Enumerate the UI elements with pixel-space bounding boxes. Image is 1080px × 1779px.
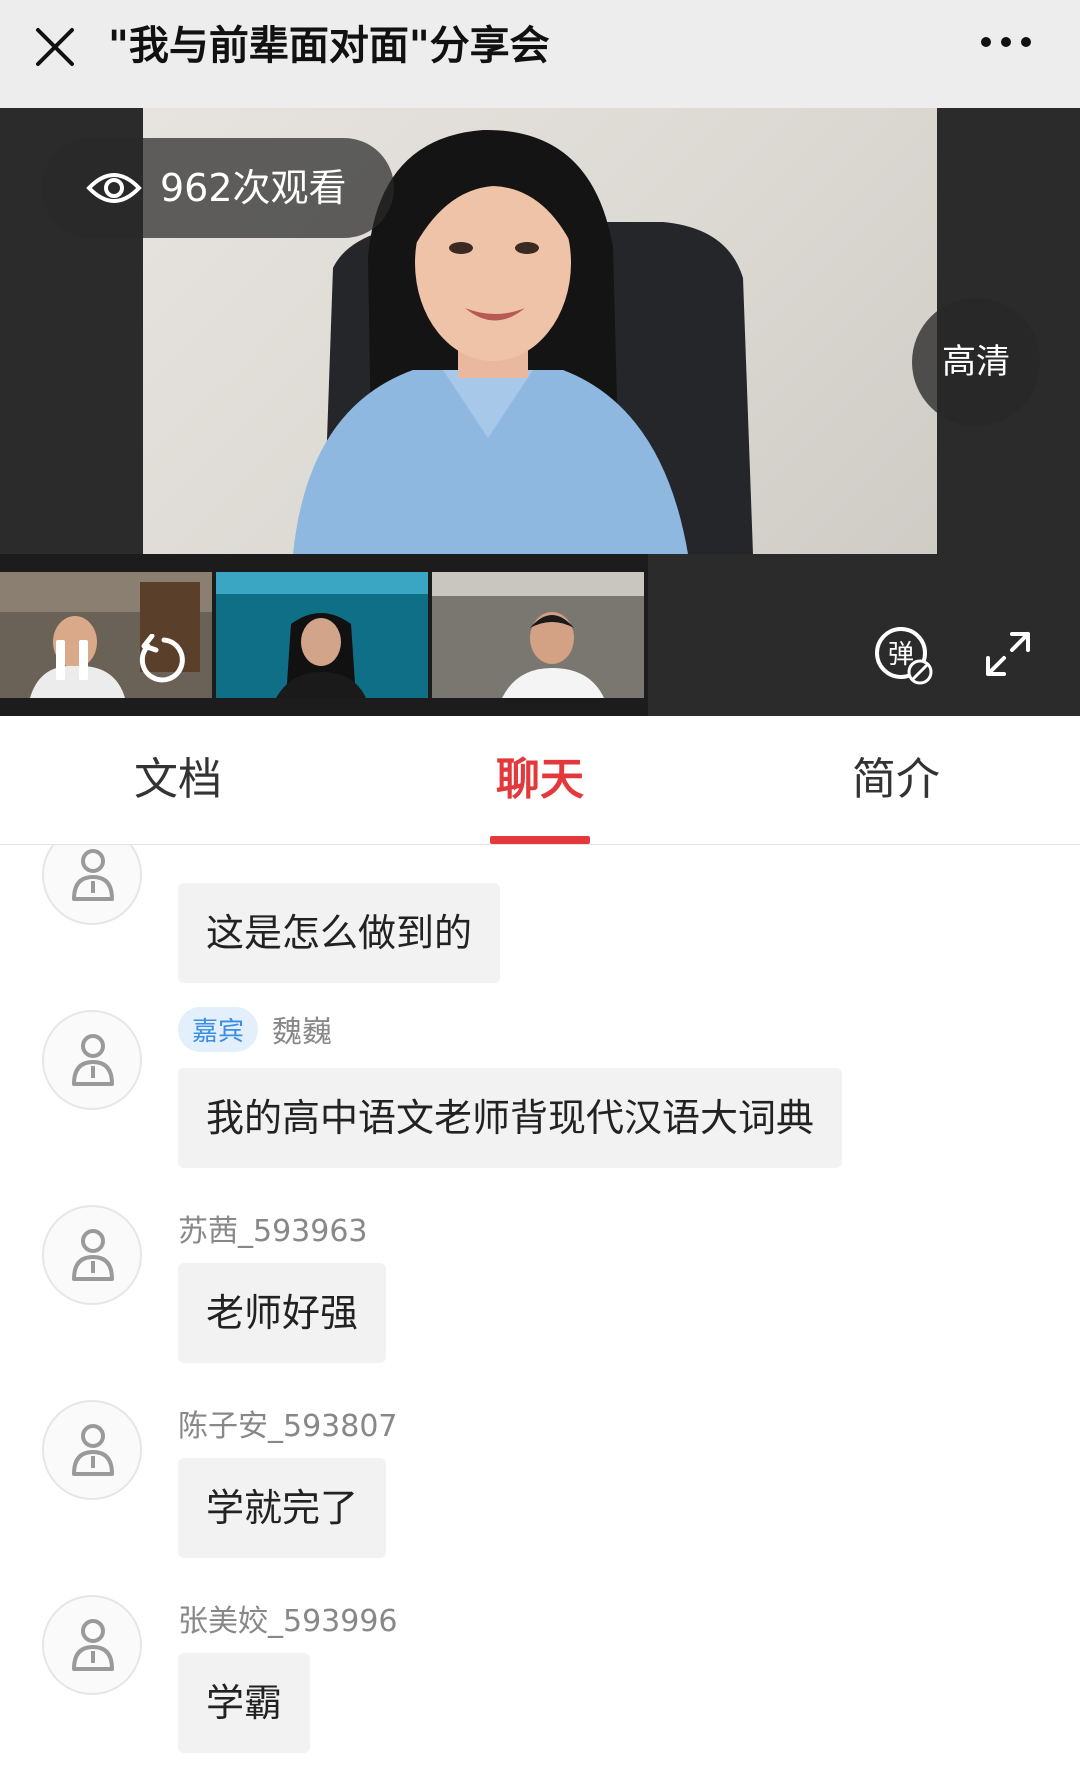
avatar (42, 1400, 142, 1500)
avatar (42, 1205, 142, 1305)
chat-message: 嘉宾 魏巍 我的高中语文老师背现代汉语大词典 (0, 1006, 1080, 1205)
active-tab-indicator (490, 836, 590, 844)
tab-bar: 文档 聊天 简介 (0, 716, 1080, 845)
user-avatar-icon (72, 1424, 114, 1476)
username: 陈子安_593807 (178, 1409, 398, 1444)
avatar (42, 845, 142, 925)
pause-icon[interactable] (52, 638, 92, 682)
message-header: 嘉宾 魏巍 (178, 1006, 332, 1052)
top-bar: "我与前辈面对面"分享会 (0, 0, 1080, 109)
view-count-badge: 962次观看 (42, 138, 394, 238)
user-avatar-icon (72, 1619, 114, 1671)
tab-intro[interactable]: 简介 (796, 716, 996, 844)
message-bubble[interactable]: 学就完了 (178, 1458, 387, 1558)
chat-message: 张美姣_593996 学霸 (0, 1595, 1080, 1779)
avatar (42, 1010, 142, 1110)
message-bubble[interactable]: 学霸 (178, 1653, 311, 1753)
message-bubble[interactable]: 这是怎么做到的 (178, 883, 501, 983)
message-header: 陈子安_593807 (178, 1400, 398, 1446)
user-avatar-icon (72, 849, 114, 901)
page-title: "我与前辈面对面"分享会 (108, 23, 550, 69)
chat-message: 苏茜_593963 老师好强 (0, 1205, 1080, 1400)
message-header: 苏茜_593963 (178, 1205, 368, 1251)
danmaku-toggle-icon[interactable]: 弹 (874, 626, 934, 686)
username: 苏茜_593963 (178, 1214, 368, 1249)
more-icon[interactable] (978, 30, 1034, 54)
view-count-text: 962次观看 (160, 166, 347, 210)
username: 张美姣_593996 (178, 1604, 398, 1639)
quality-button[interactable]: 高清 (912, 298, 1040, 426)
message-header: 张美姣_593996 (178, 1595, 398, 1641)
tab-documents[interactable]: 文档 (78, 716, 278, 844)
close-icon[interactable] (30, 22, 80, 72)
username: 魏巍 (272, 1015, 333, 1050)
chat-message: 陈子安_593807 学就完了 (0, 1400, 1080, 1595)
fullscreen-icon[interactable] (984, 630, 1032, 678)
user-avatar-icon (72, 1034, 114, 1086)
chat-list[interactable]: 这是怎么做到的 嘉宾 魏巍 我的高中语文老师背现代汉语大词典 苏茜_593963… (0, 845, 1080, 1779)
guest-badge: 嘉宾 (178, 1006, 259, 1052)
avatar (42, 1595, 142, 1695)
video-player[interactable]: 962次观看 高清 弹 (0, 108, 1080, 716)
player-controls: 弹 (0, 598, 1080, 716)
chat-message: 这是怎么做到的 (0, 845, 1080, 1020)
tab-chat[interactable]: 聊天 (440, 716, 640, 844)
message-bubble[interactable]: 我的高中语文老师背现代汉语大词典 (178, 1068, 843, 1168)
message-bubble[interactable]: 老师好强 (178, 1263, 387, 1363)
replay-icon[interactable] (134, 633, 186, 686)
eye-icon (86, 166, 142, 210)
user-avatar-icon (72, 1229, 114, 1281)
